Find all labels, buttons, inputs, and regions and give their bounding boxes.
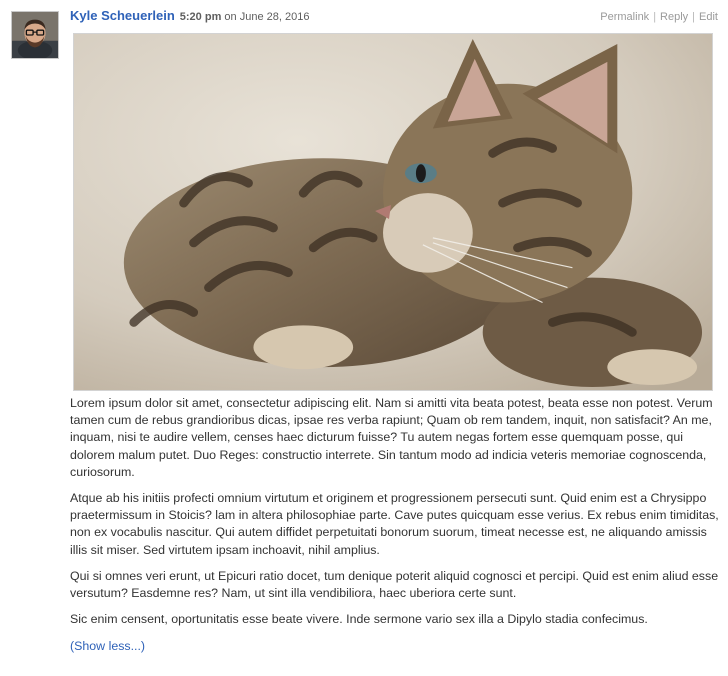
avatar-portrait-icon	[12, 12, 58, 58]
comment-time: 5:20 pm	[179, 11, 222, 23]
comment-paragraph: Lorem ipsum dolor sit amet, consectetur …	[70, 396, 713, 479]
comment-timestamp: 5:20 pm on June 28, 2016	[180, 11, 310, 23]
comment-actions: Permalink | Reply | Edit	[600, 11, 718, 23]
comment-date: June 28, 2016	[239, 11, 310, 23]
comment-image[interactable]	[73, 33, 713, 391]
comment-on-word: on	[224, 11, 237, 23]
comment-paragraph: Atque ab his initiis profecti omnium vir…	[70, 491, 719, 557]
author-name-link[interactable]: Kyle Scheuerlein	[70, 8, 175, 23]
kitten-photo-icon	[74, 34, 712, 390]
action-separator: |	[692, 11, 696, 23]
author-avatar[interactable]	[11, 11, 59, 59]
action-separator: |	[653, 11, 657, 23]
comment-body: Lorem ipsum dolor sit amet, consectetur …	[70, 395, 720, 656]
show-less-link[interactable]: (Show less...)	[70, 638, 145, 655]
edit-link[interactable]: Edit	[699, 11, 718, 23]
comment-header: Kyle Scheuerlein 5:20 pm on June 28, 201…	[70, 8, 718, 26]
comment-paragraph: Sic enim censent, oportunitatis esse bea…	[70, 612, 648, 627]
permalink-link[interactable]: Permalink	[600, 11, 649, 23]
comment-paragraph: Qui si omnes veri erunt, ut Epicuri rati…	[70, 568, 719, 601]
reply-link[interactable]: Reply	[660, 11, 688, 23]
